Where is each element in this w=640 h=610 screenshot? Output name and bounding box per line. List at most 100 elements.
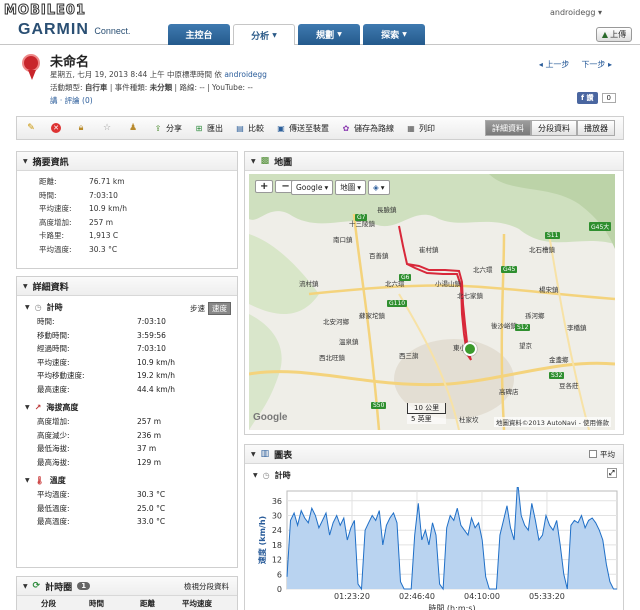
map-canvas [249,174,615,430]
tab-planning[interactable]: 規劃 ▼ [298,24,360,45]
stat-label: 卡路里: [39,231,65,240]
google-watermark: Google [253,412,288,423]
upload-button[interactable]: ▲ 上傳 [596,27,632,42]
export-button[interactable]: ⊞ 匯出 [194,123,223,134]
device-icon: ▣ [277,123,285,133]
col-avg-speed[interactable]: 平均速度 [182,598,237,609]
compare-button[interactable]: ▤ 比較 [235,123,264,134]
col-time[interactable]: 時間 [77,598,132,609]
activity-type[interactable]: 自行車 [85,83,108,92]
chevron-down-icon: ▾ [380,183,385,192]
people-icon[interactable]: ♟ [127,122,139,134]
event-type[interactable]: 未分類 [150,83,173,92]
map-type-select[interactable]: 地圖 ▾ [335,180,366,195]
map-zoom-controls: + − [255,180,296,193]
chart-panel: ▼ ▥ 圖表 平均 ▼ ◷ 計時 ⤢ 0 6 12 18 24 30 36 01:23:20 0… [244,444,624,610]
previous-activity-link[interactable]: ◂ 上一步 [539,59,570,70]
mobile01-logo[interactable]: MOBILE01 [4,3,86,19]
clock-icon: ◷ [34,303,42,312]
clock-icon: ◷ [262,471,270,480]
comments-count-link[interactable]: · 評論 (0) [60,96,93,105]
route-map[interactable]: 長臉鎮十三陵鎮崔村鎮南口鎮百善鎮北六環流村鎮小湯山鎮北七家鎮北京望京後沙峪鎮北六… [249,174,615,430]
start-marker-icon[interactable] [463,342,477,356]
lock-icon[interactable]: 🔒︎ [75,122,87,134]
expand-chart-icon[interactable]: ⤢ [607,468,617,478]
x-axis-label[interactable]: 時間 (h:m:s) [428,604,475,610]
laps-header[interactable]: ▼ ⟳ 計時圈 1 檢視分段資料 [17,577,237,596]
map-road-shield: G45大 [589,222,612,231]
stat-row: 高度增加: 257 m [39,216,237,230]
average-checkbox-wrap[interactable]: 平均 [589,449,615,460]
next-activity-link[interactable]: 下一步 ▸ [581,59,612,70]
chevron-down-icon: ▼ [272,31,277,39]
stat-row: 最高速度: 44.4 km/h [17,383,237,397]
zoom-in-button[interactable]: + [255,180,274,193]
send-to-device-button[interactable]: ▣ 傳送至裝置 [276,123,329,134]
view-splits-link[interactable]: 檢視分段資料 [184,581,229,592]
stat-label: 最低溫度: [37,503,70,513]
details-header[interactable]: ▼ 詳細資料 [17,277,237,296]
speed-chart[interactable]: 0 6 12 18 24 30 36 01:23:20 02:46:40 04:10:00 05:3… [245,487,623,610]
save-as-course-button[interactable]: ✿ 儲存為路線 [341,123,394,134]
map-layers-select[interactable]: ◈ ▾ [367,180,390,195]
map-place-label: 後沙峪鎮 [491,322,517,330]
stat-label: 移動時間: [37,330,70,340]
share-icon: ⇪ [154,123,162,133]
terrain-west-hills [249,234,319,314]
stat-row: 最低海拔: 37 m [17,442,237,456]
map-header[interactable]: ▼ ▩ 地圖 [245,152,623,171]
chart-timing-subheader[interactable]: ▼ ◷ 計時 ⤢ [245,464,623,483]
user-menu[interactable]: androidegg ▾ [550,8,602,17]
map-place-label: 北六環 [473,266,493,274]
collapse-triangle-icon: ▼ [25,404,30,411]
facebook-like-button[interactable]: f 讚 [577,92,598,104]
view-details-button[interactable]: 詳細資料 [485,120,531,136]
collapse-triangle-icon: ▼ [25,304,30,311]
map-place-label: 崔村鎮 [419,246,439,254]
x-tick-label: 04:10:00 [464,592,500,601]
toggle-speed[interactable]: 速度 [208,302,231,315]
tab-analysis[interactable]: 分析 ▼ [233,24,295,45]
tab-dashboard[interactable]: 主控台 [168,24,230,45]
average-checkbox[interactable] [589,450,597,458]
col-distance[interactable]: 距離 [132,598,182,609]
elevation-subheader[interactable]: ▼ ↗ 海拔高度 [17,396,237,415]
owner-link[interactable]: androidegg [224,70,267,79]
map-attribution[interactable]: 地圖資料©2013 AutoNavi - 使用條款 [493,417,611,427]
col-lap[interactable]: 分段 [17,598,77,609]
stat-label: 最高溫度: [37,517,70,526]
map-place-label: 高碑店 [499,388,519,396]
view-player-button[interactable]: 播放器 [577,120,615,136]
stat-value: 30.3 °C [137,490,166,499]
facebook-like-count: 0 [601,93,616,103]
share-button[interactable]: ⇪ 分享 [153,123,182,134]
stat-label: 高度增加: [39,217,72,227]
y-axis-label[interactable]: 速度 (km/h) [257,516,267,564]
map-place-label: 流村鎮 [299,280,319,288]
stat-value: 10.9 km/h [137,357,176,367]
stat-row: 平均溫度: 30.3 °C [17,488,237,502]
toggle-pace[interactable]: 步速 [190,303,205,314]
map-icon: ▩ [260,156,270,166]
stat-value: 30.3 °C [89,244,118,254]
star-icon[interactable]: ☆ [101,122,113,134]
chevron-right-icon: ▸ [605,60,612,69]
temperature-subheader[interactable]: ▼ 🌡︎ 溫度 [17,469,237,488]
stat-label: 平均溫度: [39,244,72,254]
laps-count-badge: 1 [77,582,91,590]
expressway-east [500,233,506,430]
stat-row: 最低溫度: 25.0 °C [17,502,237,516]
elevation-list: 高度增加: 257 m 高度減少: 236 m 最低海拔: 37 m 最高海拔: 129 m [17,415,237,469]
delete-icon[interactable]: ✕ [51,123,61,133]
map-provider-select[interactable]: Google ▾ [291,180,334,195]
pace-speed-toggle: 步速 速度 [190,302,231,315]
chart-header[interactable]: ▼ ▥ 圖表 平均 [245,445,623,464]
tab-explore[interactable]: 探索 ▼ [363,24,425,45]
print-button[interactable]: ▦ 列印 [406,123,435,134]
comment-link[interactable]: 講 [50,96,58,105]
edit-pencil-icon[interactable]: ✎ [25,122,37,134]
view-splits-button[interactable]: 分段資料 [531,120,577,136]
garmin-connect-logo[interactable]: GARMIN Connect. [18,21,130,39]
summary-header[interactable]: ▼ 摘要資訊 [17,152,237,171]
map-place-label: 蘇家坨鎮 [359,312,385,320]
